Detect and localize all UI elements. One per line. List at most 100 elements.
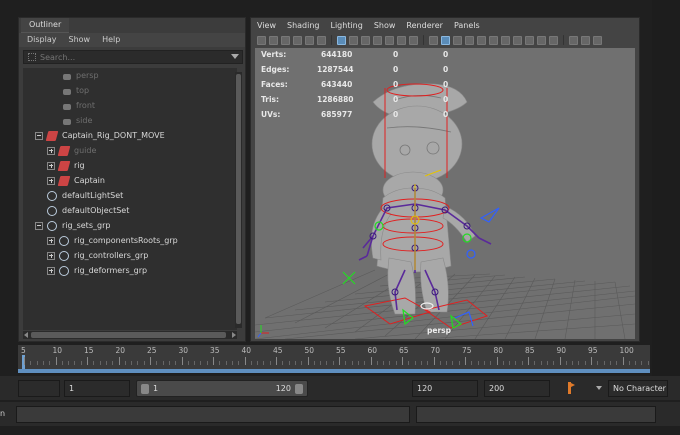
menu-view[interactable]: View bbox=[257, 21, 276, 30]
auto-key-icon[interactable] bbox=[566, 381, 576, 395]
ambient-occlusion-icon[interactable] bbox=[513, 35, 522, 45]
expand-toggle[interactable] bbox=[47, 251, 55, 260]
playback-start-field[interactable]: 1 bbox=[64, 380, 130, 397]
gate-mask-icon[interactable] bbox=[373, 35, 382, 45]
frame-tick-minor bbox=[609, 361, 611, 365]
character-set-dropdown-icon[interactable] bbox=[596, 386, 602, 390]
camera-icon bbox=[63, 88, 71, 95]
frame-tick bbox=[339, 357, 340, 365]
image-plane-icon[interactable] bbox=[293, 35, 302, 45]
list-item[interactable]: Captain bbox=[47, 173, 105, 188]
list-item[interactable]: persp bbox=[63, 68, 99, 83]
list-item[interactable]: Captain_Rig_DONT_MOVE bbox=[35, 128, 165, 143]
menu-show[interactable]: Show bbox=[374, 21, 396, 30]
anim-end-field[interactable]: 200 bbox=[484, 380, 550, 397]
frame-tick-minor bbox=[326, 361, 328, 365]
menu-display[interactable]: Display bbox=[27, 35, 57, 45]
camera-select-icon[interactable] bbox=[257, 35, 266, 45]
playback-end-field[interactable]: 120 bbox=[412, 380, 478, 397]
2d-pan-zoom-icon[interactable] bbox=[305, 35, 314, 45]
menu-lighting[interactable]: Lighting bbox=[330, 21, 362, 30]
expand-toggle[interactable] bbox=[47, 236, 55, 245]
search-box[interactable] bbox=[23, 50, 243, 64]
list-item[interactable]: defaultObjectSet bbox=[47, 203, 129, 218]
grease-pencil-icon[interactable] bbox=[317, 35, 326, 45]
item-label: rig_sets_grp bbox=[62, 221, 111, 230]
range-slider[interactable]: 1 120 bbox=[136, 380, 308, 397]
frame-tick-minor bbox=[162, 361, 164, 365]
search-dropdown-icon[interactable] bbox=[231, 54, 239, 59]
outliner-tab[interactable]: Outliner bbox=[21, 18, 70, 33]
frame-tick-label: 30 bbox=[178, 346, 189, 355]
wireframe-on-shaded-icon[interactable] bbox=[465, 35, 474, 45]
menu-help[interactable]: Help bbox=[102, 35, 120, 45]
3d-viewport[interactable]: Verts: 644180 0 0 Edges: 1287544 0 0 Fac… bbox=[255, 48, 635, 339]
grid-icon[interactable] bbox=[337, 35, 346, 45]
resolution-gate-icon[interactable] bbox=[361, 35, 370, 45]
range-end-handle[interactable] bbox=[295, 384, 303, 394]
default-material-icon[interactable] bbox=[453, 35, 462, 45]
expand-toggle[interactable] bbox=[47, 161, 55, 170]
expand-toggle[interactable] bbox=[47, 146, 55, 155]
frame-tick bbox=[433, 357, 435, 365]
isolate-select-icon[interactable] bbox=[569, 35, 578, 45]
list-item[interactable]: rig_sets_grp bbox=[35, 218, 110, 233]
bookmark-icon[interactable] bbox=[281, 35, 290, 45]
xray-joints-icon[interactable] bbox=[593, 35, 602, 45]
film-gate-icon[interactable] bbox=[349, 35, 358, 45]
list-item[interactable]: side bbox=[63, 113, 92, 128]
list-item[interactable]: top bbox=[63, 83, 89, 98]
lights-icon[interactable] bbox=[489, 35, 498, 45]
menu-show[interactable]: Show bbox=[69, 35, 91, 45]
command-input[interactable] bbox=[16, 406, 410, 423]
list-item[interactable]: rig bbox=[47, 158, 85, 173]
scene-drawing bbox=[255, 83, 635, 339]
expand-toggle[interactable] bbox=[47, 266, 55, 275]
safe-title-icon[interactable] bbox=[409, 35, 418, 45]
time-slider[interactable]: 5 10 15 20 25 30 35 40 45 50 55 60 65 70 75 80 85 90 95 100 bbox=[18, 345, 650, 373]
scroll-thumb[interactable] bbox=[236, 74, 241, 324]
frame-tick-minor bbox=[168, 361, 170, 365]
frame-tick-minor bbox=[238, 361, 240, 365]
field-chart-icon[interactable] bbox=[385, 35, 394, 45]
list-item[interactable]: rig_componentsRoots_grp bbox=[47, 233, 178, 248]
list-item[interactable]: guide bbox=[47, 143, 96, 158]
list-item[interactable]: defaultLightSet bbox=[47, 188, 123, 203]
list-item[interactable]: rig_deformers_grp bbox=[47, 263, 147, 278]
vertical-scrollbar[interactable] bbox=[235, 72, 242, 328]
outliner-tree[interactable]: persp top front side Captain_Rig_DONT_MO… bbox=[23, 68, 237, 330]
frame-tick-label: 50 bbox=[304, 346, 315, 355]
xray-icon[interactable] bbox=[581, 35, 590, 45]
shadows-icon[interactable] bbox=[501, 35, 510, 45]
frame-tick-label: 15 bbox=[84, 346, 94, 355]
item-label: defaultLightSet bbox=[62, 191, 124, 200]
smooth-shade-icon[interactable] bbox=[441, 35, 450, 45]
item-label: front bbox=[76, 101, 96, 110]
list-item[interactable]: rig_controllers_grp bbox=[47, 248, 148, 263]
menu-shading[interactable]: Shading bbox=[287, 21, 320, 30]
menu-panels[interactable]: Panels bbox=[454, 21, 480, 30]
expand-toggle[interactable] bbox=[47, 176, 55, 185]
list-item[interactable]: front bbox=[63, 98, 95, 113]
scroll-left-icon[interactable] bbox=[24, 332, 28, 338]
menu-renderer[interactable]: Renderer bbox=[406, 21, 443, 30]
hud-value: 644180 bbox=[321, 50, 353, 59]
collapse-toggle[interactable] bbox=[35, 131, 43, 140]
safe-action-icon[interactable] bbox=[397, 35, 406, 45]
camera-attributes-icon[interactable] bbox=[269, 35, 278, 45]
anti-alias-icon[interactable] bbox=[537, 35, 546, 45]
frame-tick-minor bbox=[288, 361, 290, 365]
horizontal-scrollbar[interactable] bbox=[23, 331, 237, 339]
wireframe-icon[interactable] bbox=[429, 35, 438, 45]
dof-icon[interactable] bbox=[549, 35, 558, 45]
range-start-handle[interactable] bbox=[141, 384, 149, 394]
character-set-field[interactable]: No Character Set bbox=[608, 380, 668, 397]
scroll-right-icon[interactable] bbox=[232, 332, 236, 338]
scroll-thumb[interactable] bbox=[31, 332, 226, 338]
collapse-toggle[interactable] bbox=[35, 221, 43, 230]
range-start-value: 1 bbox=[153, 384, 159, 393]
anim-start-field[interactable] bbox=[18, 380, 60, 397]
search-input[interactable] bbox=[40, 52, 230, 62]
motion-blur-icon[interactable] bbox=[525, 35, 534, 45]
textured-icon[interactable] bbox=[477, 35, 486, 45]
